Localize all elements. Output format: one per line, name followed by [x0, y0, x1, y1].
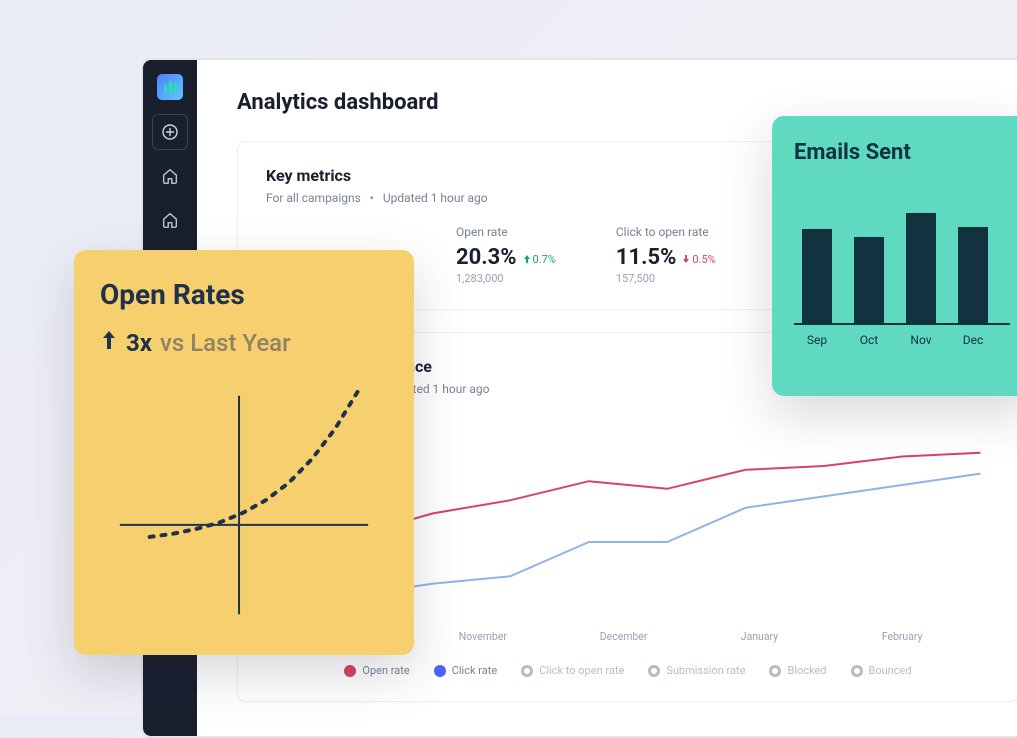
perf-updated: ated 1 hour ago: [406, 382, 490, 396]
dot-separator: •: [370, 191, 374, 205]
legend-dot-icon: [769, 665, 781, 677]
emails-bar-chart: Sep Oct Nov Dec: [794, 187, 1010, 347]
page-title: Analytics dashboard: [237, 90, 1017, 115]
svg-text:November: November: [459, 630, 507, 643]
legend-dot-icon: [434, 665, 446, 677]
metric-label: Click to open rate: [616, 225, 716, 239]
bar-label: Oct: [854, 333, 884, 347]
open-rates-comparison: vs Last Year: [160, 329, 291, 357]
bar: [958, 227, 988, 323]
legend-item[interactable]: Blocked: [769, 664, 826, 677]
metric-label: Open rate: [456, 225, 556, 239]
open-rates-change: 3x vs Last Year: [100, 329, 388, 357]
legend-item[interactable]: Open rate: [344, 664, 409, 677]
metric-delta-down: 0.5%: [682, 253, 715, 266]
legend-item[interactable]: Bounced: [851, 664, 912, 677]
legend-label: Click to open rate: [539, 664, 624, 677]
legend-label: Blocked: [787, 664, 826, 677]
open-rates-multiplier: 3x: [126, 329, 152, 357]
metric-open-rate: Open rate 20.3% 0.7% 1,283,000: [456, 225, 556, 285]
bar-baseline: [794, 323, 1010, 325]
open-rates-title: Open Rates: [100, 278, 388, 311]
arrow-down-icon: [682, 254, 690, 264]
emails-sent-title: Emails Sent: [794, 140, 1010, 165]
overlay-open-rates-card: Open Rates 3x vs Last Year: [74, 250, 414, 655]
legend-item[interactable]: Submission rate: [648, 664, 745, 677]
bar-label: Nov: [906, 333, 936, 347]
legend-dot-icon: [344, 665, 356, 677]
open-rates-curve: [100, 375, 388, 625]
svg-text:January: January: [741, 630, 778, 643]
metric-delta-up: 0.7%: [523, 253, 556, 266]
metric-value: 11.5%: [616, 245, 677, 270]
svg-text:December: December: [600, 630, 648, 643]
home-icon[interactable]: [152, 158, 188, 194]
performance-legend: Open rate Click rate Click to open rate Sub…: [266, 664, 990, 677]
arrow-up-icon: [523, 254, 531, 264]
legend-label: Open rate: [362, 664, 409, 677]
svg-text:February: February: [882, 630, 923, 643]
legend-item[interactable]: Click rate: [434, 664, 498, 677]
app-logo[interactable]: [157, 74, 183, 100]
legend-label: Bounced: [869, 664, 912, 677]
legend-label: Click rate: [452, 664, 498, 677]
overlay-emails-card: Emails Sent Sep Oct Nov Dec: [772, 116, 1017, 396]
home-alt-icon[interactable]: [152, 202, 188, 238]
metric-value: 20.3%: [456, 245, 517, 270]
bar-label: Dec: [958, 333, 988, 347]
metric-detail: 1,283,000: [456, 272, 556, 285]
add-button[interactable]: [152, 114, 188, 150]
legend-label: Submission rate: [666, 664, 745, 677]
metrics-updated: Updated 1 hour ago: [383, 191, 488, 205]
bar: [854, 237, 884, 323]
bar: [906, 213, 936, 323]
metric-click-to-open: Click to open rate 11.5% 0.5% 157,500: [616, 225, 716, 285]
bar-label: Sep: [802, 333, 832, 347]
metrics-scope: For all campaigns: [266, 191, 361, 205]
legend-dot-icon: [851, 665, 863, 677]
metric-detail: 157,500: [616, 272, 716, 285]
arrow-up-icon: [100, 329, 118, 357]
legend-dot-icon: [648, 665, 660, 677]
legend-item[interactable]: Click to open rate: [521, 664, 624, 677]
legend-dot-icon: [521, 665, 533, 677]
bar: [802, 229, 832, 323]
